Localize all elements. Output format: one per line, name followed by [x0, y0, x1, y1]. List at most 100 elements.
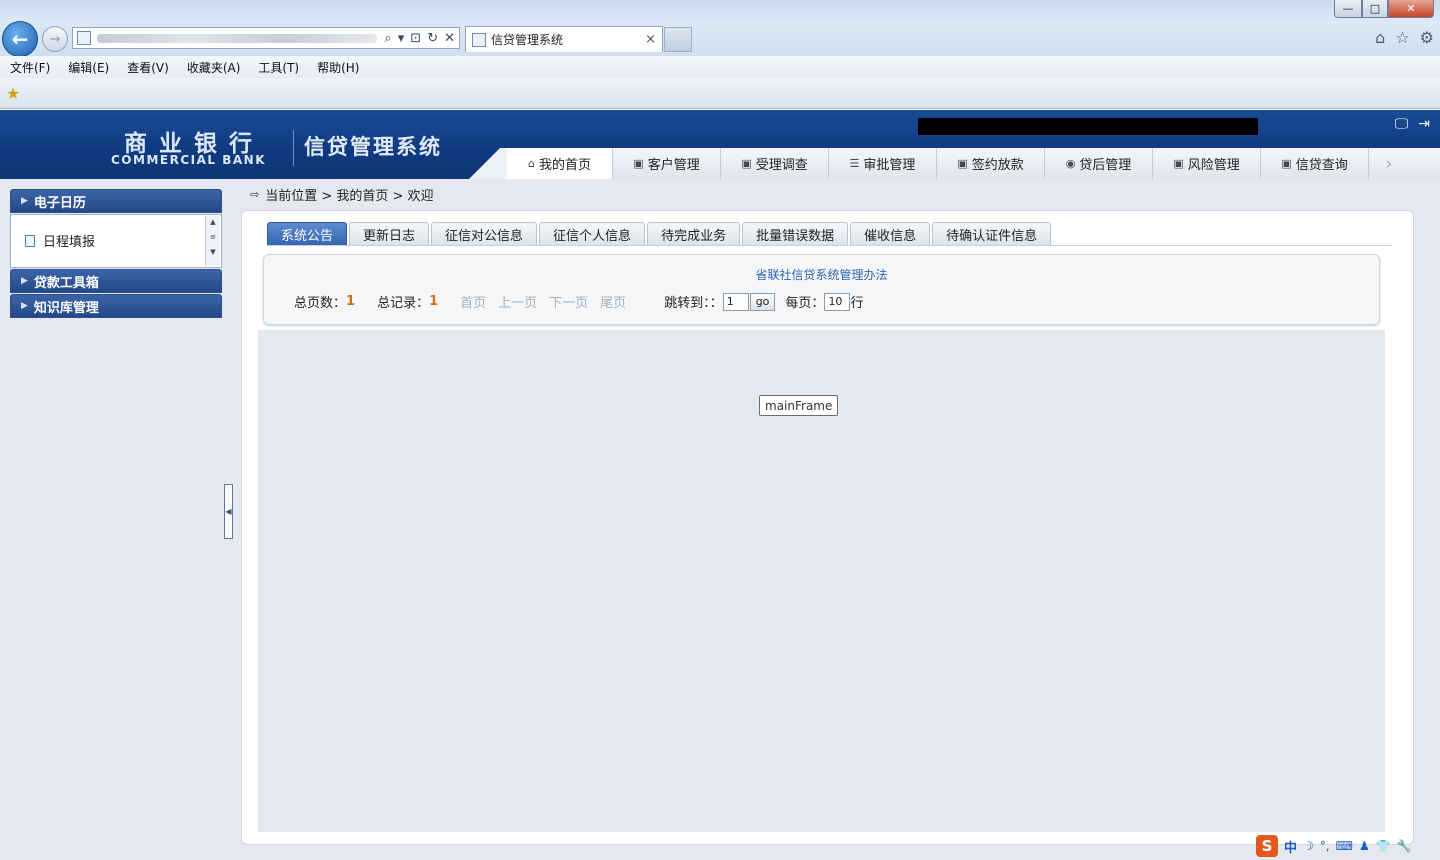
breadcrumb-text: 当前位置 > 我的首页 > 欢迎: [265, 189, 434, 204]
address-bar[interactable]: ⌕ ▾ ⊡ ↻ ✕: [72, 27, 460, 49]
menu-favorites[interactable]: 收藏夹(A): [177, 59, 249, 76]
content-tabs: 系统公告 更新日志 征信对公信息 征信个人信息 待完成业务 批量错误数据 催收信…: [267, 222, 1052, 245]
close-window-button[interactable]: ✕: [1388, 0, 1434, 18]
prev-page-link[interactable]: 上一页: [498, 292, 537, 311]
breadcrumb: ⇨ 当前位置 > 我的首页 > 欢迎: [250, 185, 434, 204]
header-icons: 🖵 ⇥: [1395, 116, 1430, 132]
nav-item-query[interactable]: ▣ 信贷查询: [1261, 148, 1369, 179]
tab-pending-business[interactable]: 待完成业务: [647, 222, 741, 245]
user-icon[interactable]: ♟: [1359, 839, 1370, 853]
post-loan-icon: ◉: [1065, 157, 1076, 170]
sidebar-scrollbar[interactable]: ▲ ≡ ▼: [205, 216, 220, 266]
sidebar-section-calendar[interactable]: ▶ 电子日历: [10, 189, 222, 213]
refresh-icon[interactable]: ↻: [427, 31, 438, 46]
sogou-logo-icon[interactable]: S: [1256, 835, 1278, 857]
nav-label: 审批管理: [863, 158, 916, 173]
tab-pending-id[interactable]: 待确认证件信息: [932, 222, 1052, 245]
tools-gear-icon[interactable]: ⚙: [1420, 28, 1434, 47]
main-nav: ⌂ 我的首页 ▣ 客户管理 ▣ 受理调查 ☰ 审批管理 ▣ 签约放款 ◉ 贷后管理 ▣ 风险管…: [455, 148, 1440, 179]
punctuation-icon[interactable]: °,: [1320, 839, 1330, 853]
nav-item-approval[interactable]: ☰ 审批管理: [829, 148, 937, 179]
nav-label: 信贷查询: [1295, 158, 1348, 173]
back-arrow-icon[interactable]: ←: [2, 21, 38, 57]
stop-icon[interactable]: ✕: [444, 31, 455, 46]
dropdown-icon[interactable]: ▾: [398, 31, 405, 46]
wrench-icon[interactable]: 🔧: [1397, 839, 1412, 853]
per-page-input[interactable]: 10: [824, 292, 851, 311]
nav-item-loan[interactable]: ▣ 签约放款: [937, 148, 1045, 179]
tab-close-icon[interactable]: ×: [645, 32, 656, 47]
nav-item-customer[interactable]: ▣ 客户管理: [613, 148, 721, 179]
total-pages-label: 总页数：: [294, 296, 347, 311]
compat-view-icon[interactable]: ⊡: [410, 31, 421, 46]
new-tab-button[interactable]: [664, 27, 692, 52]
ime-toolbar: S 中 ☽ °, ⌨ ♟ 👕 🔧: [1256, 834, 1412, 858]
nav-slant-decoration: [455, 148, 515, 179]
add-favorite-icon[interactable]: ★: [6, 84, 20, 103]
first-page-link[interactable]: 首页: [460, 292, 486, 311]
sidebar-item-schedule[interactable]: 日程填报: [25, 231, 95, 250]
nav-label: 风险管理: [1187, 158, 1240, 173]
total-records-value: 1: [429, 294, 439, 309]
menu-help[interactable]: 帮助(H): [307, 59, 367, 76]
per-page-unit: 行: [850, 296, 864, 311]
monitor-icon[interactable]: 🖵: [1395, 116, 1409, 132]
home-icon[interactable]: ⌂: [1375, 28, 1385, 47]
sidebar-section-knowledge[interactable]: ▶ 知识库管理: [10, 294, 222, 318]
scroll-up-icon[interactable]: ▲: [206, 216, 220, 228]
page-favicon-icon: [77, 31, 91, 45]
expand-arrow-icon: ▶: [21, 196, 28, 206]
jump-page-input[interactable]: 1: [722, 292, 749, 311]
minimize-button[interactable]: —: [1334, 0, 1362, 18]
nav-item-survey[interactable]: ▣ 受理调查: [721, 148, 829, 179]
nav-item-risk[interactable]: ▣ 风险管理: [1153, 148, 1261, 179]
document-icon: [25, 234, 35, 247]
browser-right-icons: ⌂ ☆ ⚙: [1375, 28, 1434, 47]
tab-batch-errors[interactable]: 批量错误数据: [742, 222, 849, 245]
browser-tab[interactable]: 信贷管理系统 ×: [465, 26, 663, 52]
menu-edit[interactable]: 编辑(E): [58, 59, 117, 76]
section-title: 电子日历: [33, 195, 86, 211]
nav-more-chevron-icon[interactable]: ›: [1369, 148, 1409, 179]
favorites-bar: ★: [0, 78, 1440, 109]
survey-icon: ▣: [741, 157, 752, 170]
menu-tools[interactable]: 工具(T): [248, 59, 307, 76]
nav-item-post-loan[interactable]: ◉ 贷后管理: [1045, 148, 1153, 179]
tab-system-notice[interactable]: 系统公告: [267, 222, 348, 245]
risk-icon: ▣: [1173, 157, 1184, 170]
logout-icon[interactable]: ⇥: [1418, 116, 1430, 132]
forward-arrow-icon[interactable]: →: [42, 26, 68, 52]
notice-title-link[interactable]: 省联社信贷系统管理办法: [264, 266, 1379, 283]
tab-credit-corporate[interactable]: 征信对公信息: [431, 222, 538, 245]
go-button[interactable]: go: [749, 292, 776, 311]
favorites-star-icon[interactable]: ☆: [1395, 28, 1409, 47]
scroll-down-icon[interactable]: ▼: [206, 246, 220, 258]
total-pages-value: 1: [346, 294, 356, 309]
blurred-url: [97, 34, 377, 43]
sidebar-section-toolbox[interactable]: ▶ 贷款工具箱: [10, 269, 222, 293]
menu-file[interactable]: 文件(F): [0, 59, 58, 76]
tab-credit-personal[interactable]: 征信个人信息: [539, 222, 646, 245]
list-icon: ☰: [849, 157, 860, 170]
moon-icon[interactable]: ☽: [1303, 839, 1314, 853]
next-page-link[interactable]: 下一页: [549, 292, 588, 311]
sidebar-collapse-handle[interactable]: ◀: [224, 484, 233, 539]
menu-view[interactable]: 查看(V): [117, 59, 177, 76]
ime-language[interactable]: 中: [1284, 837, 1297, 856]
section-title: 贷款工具箱: [33, 275, 99, 291]
address-tools: ⌕ ▾ ⊡ ↻ ✕: [384, 29, 455, 47]
nav-item-home[interactable]: ⌂ 我的首页: [507, 148, 613, 179]
keyboard-icon[interactable]: ⌨: [1336, 839, 1353, 853]
nav-label: 客户管理: [647, 158, 700, 173]
query-icon: ▣: [1281, 157, 1292, 170]
last-page-link[interactable]: 尾页: [600, 292, 626, 311]
nav-label: 贷后管理: [1079, 158, 1132, 173]
search-icon[interactable]: ⌕: [384, 31, 391, 46]
scroll-thumb-icon[interactable]: ≡: [206, 231, 220, 243]
skin-icon[interactable]: 👕: [1376, 839, 1391, 853]
tab-favicon-icon: [472, 32, 486, 47]
tab-update-log[interactable]: 更新日志: [349, 222, 430, 245]
sidebar-section-body: 日程填报 ▲ ≡ ▼: [10, 214, 222, 268]
maximize-button[interactable]: □: [1362, 0, 1388, 18]
tab-collection[interactable]: 催收信息: [850, 222, 931, 245]
